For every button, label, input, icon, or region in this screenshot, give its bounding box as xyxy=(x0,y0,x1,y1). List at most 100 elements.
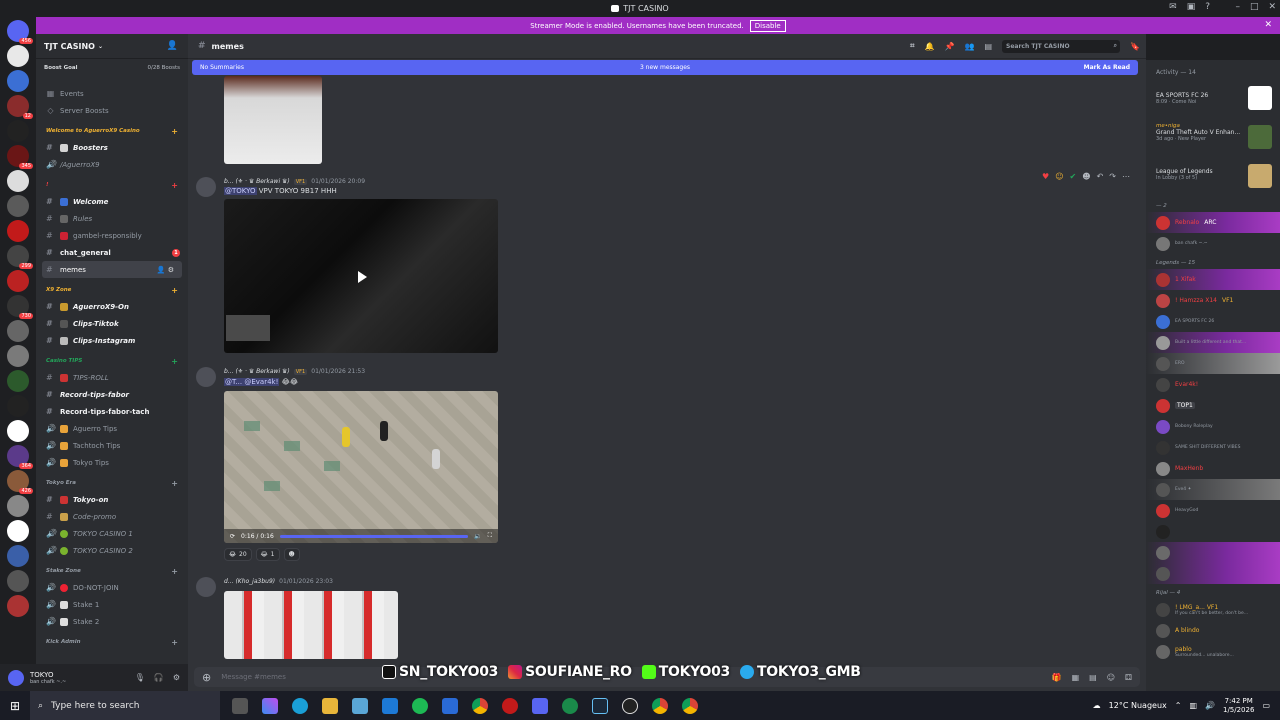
video-attachment[interactable] xyxy=(224,199,498,353)
channel-do-not-join[interactable]: 🔊 DO-NOT-JOIN xyxy=(36,579,188,596)
add-channel-icon[interactable]: + xyxy=(171,479,178,488)
channel-stake-1[interactable]: 🔊 Stake 1 xyxy=(36,596,188,613)
app-icon[interactable] xyxy=(562,697,578,714)
member-item[interactable] xyxy=(1146,563,1280,584)
member-item[interactable]: SAME SHIT DIFFERENT VIBES xyxy=(1146,437,1280,458)
invite-people-icon[interactable]: 👤 xyxy=(167,41,178,51)
member-item[interactable]: Rebnalo ARC xyxy=(1146,212,1280,233)
screen-icon[interactable]: ▣ xyxy=(1187,2,1196,12)
channel-tachtoch-tips[interactable]: 🔊 Tachtoch Tips xyxy=(36,437,188,454)
member-item[interactable]: ban chafk ~.~ xyxy=(1146,233,1280,254)
volume-icon[interactable]: 🔉 xyxy=(474,533,481,540)
channel-welcome[interactable]: # Welcome xyxy=(36,193,188,210)
chrome-icon[interactable] xyxy=(472,697,488,714)
fullscreen-icon[interactable]: ⛶ xyxy=(488,532,492,540)
chevron-up-icon[interactable]: ⌃ xyxy=(1175,701,1182,710)
headphones-icon[interactable]: 🎧 xyxy=(154,673,164,682)
channel-record-tips-fabor[interactable]: # Record-tips-fabor xyxy=(36,386,188,403)
avatar[interactable] xyxy=(196,577,216,597)
apps-icon[interactable]: ⚃ xyxy=(1125,673,1132,682)
member-item[interactable]: 1 Xifak xyxy=(1146,269,1280,290)
edge-icon[interactable] xyxy=(292,697,308,714)
server-icon[interactable] xyxy=(7,45,29,67)
add-channel-icon[interactable]: + xyxy=(171,567,178,576)
channel-aguerrox9[interactable]: 🔊 /AguerroX9 xyxy=(36,156,188,173)
category-header[interactable]: X9 Zone + xyxy=(36,282,188,298)
activity-card[interactable]: League of Legends In Lobby (3 of 5) xyxy=(1146,158,1280,197)
video-progress[interactable] xyxy=(279,534,469,538)
add-channel-icon[interactable]: + xyxy=(171,638,178,647)
member-item[interactable]: EA SPORTS FC 26 xyxy=(1146,311,1280,332)
channel-clips-instagram[interactable]: # Clips-Instagram xyxy=(36,332,188,349)
add-channel-icon[interactable]: + xyxy=(171,357,178,366)
server-icon[interactable] xyxy=(7,320,29,342)
member-item[interactable]: ! Hamzza X14 VF1 xyxy=(1146,290,1280,311)
chrome-icon[interactable] xyxy=(682,697,698,714)
server-icon[interactable] xyxy=(7,270,29,292)
pin-icon[interactable]: 📌 xyxy=(945,42,955,51)
server-icon[interactable]: 426 xyxy=(7,470,33,494)
server-icon[interactable] xyxy=(7,520,29,542)
more-options-icon[interactable]: ⋯ xyxy=(1122,172,1130,181)
category-header[interactable]: Casino TIPS + xyxy=(36,353,188,369)
windows-start-icon[interactable]: ⊞ xyxy=(0,699,30,713)
taskbar-search-input[interactable]: ⌕ Type here to search xyxy=(30,691,220,720)
app-icon[interactable] xyxy=(442,697,458,714)
avatar[interactable] xyxy=(196,177,216,197)
server-icon[interactable] xyxy=(7,545,29,567)
play-pause-icon[interactable]: ⟳ xyxy=(230,533,235,540)
channel-tokyo-on[interactable]: # Tokyo-on xyxy=(36,491,188,508)
activity-card[interactable]: EA SPORTS FC 26 8:09 · Come Noi xyxy=(1146,80,1280,119)
gift-icon[interactable]: 🎁 xyxy=(1052,673,1062,682)
file-explorer-icon[interactable] xyxy=(322,697,338,714)
member-item[interactable]: Built a little different and that... xyxy=(1146,332,1280,353)
summaries-label[interactable]: No Summaries xyxy=(200,64,244,71)
threads-icon[interactable]: ⌗ xyxy=(910,41,915,51)
add-reaction-icon[interactable]: ☻ xyxy=(1082,172,1090,181)
mark-as-read-button[interactable]: Mark As Read xyxy=(1084,64,1130,71)
member-item[interactable]: pablo Surrounded... unalabore... xyxy=(1146,641,1280,662)
channel-clips-tiktok[interactable]: # Clips-Tiktok xyxy=(36,315,188,332)
server-icon[interactable] xyxy=(7,370,29,392)
channel-aguerro-tips[interactable]: 🔊 Aguerro Tips xyxy=(36,420,188,437)
server-icon[interactable]: 364 xyxy=(7,445,33,469)
server-icon[interactable] xyxy=(7,395,29,417)
help-icon[interactable]: ? xyxy=(1205,2,1210,12)
microphone-icon[interactable]: 🎙 xyxy=(135,673,145,682)
notifications-icon[interactable]: ▭ xyxy=(1262,701,1270,710)
inbox-icon[interactable]: ▤ xyxy=(984,42,992,51)
video-attachment[interactable]: ⟳ 0:16 / 0:16 🔉 ⛶ xyxy=(224,391,498,543)
server-icon[interactable] xyxy=(7,420,29,442)
close-window-icon[interactable]: ✕ xyxy=(1268,2,1276,12)
member-item[interactable]: ERO xyxy=(1146,353,1280,374)
forward-icon[interactable]: ↷ xyxy=(1109,172,1116,181)
activity-card[interactable]: me•niga Grand Theft Auto V Enhan... 3d a… xyxy=(1146,119,1280,158)
category-header[interactable]: Tokyo Era + xyxy=(36,475,188,491)
app-icon[interactable] xyxy=(352,697,368,714)
spotify-icon[interactable] xyxy=(412,697,428,714)
channel-boosters[interactable]: # Boosters xyxy=(36,139,188,156)
reaction-check-icon[interactable]: ✔ xyxy=(1070,172,1077,181)
play-icon[interactable] xyxy=(358,271,367,283)
weather-cloud-icon[interactable]: ☁ xyxy=(1093,701,1101,710)
channel-rules[interactable]: # Rules xyxy=(36,210,188,227)
minimize-icon[interactable]: – xyxy=(1235,2,1240,12)
member-item[interactable]: Evar4k! xyxy=(1146,374,1280,395)
add-channel-icon[interactable]: + xyxy=(171,286,178,295)
author-name[interactable]: d... (Kho_ja3bu9) xyxy=(224,578,275,585)
category-header[interactable]: ! + xyxy=(36,177,188,193)
image-attachment[interactable] xyxy=(224,591,398,659)
member-item[interactable]: A blindo xyxy=(1146,620,1280,641)
server-icon[interactable] xyxy=(7,570,29,592)
close-banner-icon[interactable]: ✕ xyxy=(1264,20,1272,30)
obs-icon[interactable] xyxy=(622,697,638,714)
channel-memes[interactable]: # memes 👤 ⚙ xyxy=(42,261,182,278)
reply-icon[interactable]: ↶ xyxy=(1097,172,1104,181)
weather-text[interactable]: 12°C Nuageux xyxy=(1109,701,1167,710)
user-mention[interactable]: @T... @Evar4k! xyxy=(224,378,280,386)
dm-home-icon[interactable]: 456 xyxy=(7,20,33,44)
disable-streamer-mode-button[interactable]: Disable xyxy=(749,19,786,32)
server-icon[interactable] xyxy=(7,220,29,242)
server-icon[interactable]: 345 xyxy=(7,145,33,169)
avatar[interactable] xyxy=(8,669,24,686)
